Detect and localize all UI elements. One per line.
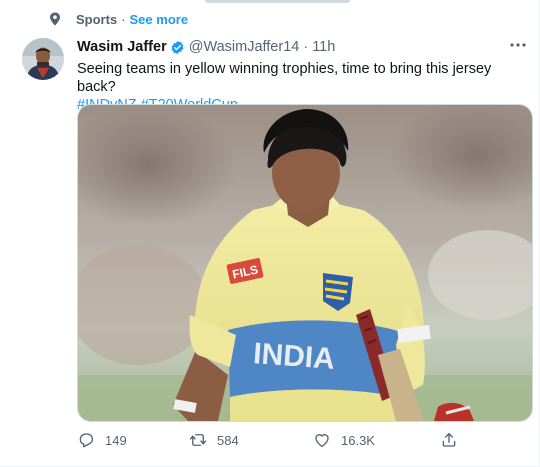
- topic-context: Sports · See more: [50, 11, 189, 27]
- avatar[interactable]: [22, 38, 64, 80]
- retweet-count: 584: [217, 432, 239, 448]
- topic-label[interactable]: Sports: [76, 12, 117, 27]
- tweet-timestamp[interactable]: 11h: [312, 39, 335, 55]
- author-handle[interactable]: @WasimJaffer14: [189, 39, 300, 55]
- context-separator: ·: [121, 11, 126, 27]
- header-separator: ·: [303, 39, 309, 55]
- retweet-icon: [189, 434, 207, 446]
- retweet-button[interactable]: 584: [189, 430, 239, 450]
- tweet-header: Wasim Jaffer @WasimJaffer14 · 11h: [77, 38, 527, 56]
- tweet-body: Seeing teams in yellow winning trophies,…: [77, 61, 492, 95]
- jersey-text: INDIA: [252, 337, 336, 376]
- author-name[interactable]: Wasim Jaffer: [77, 39, 167, 55]
- verified-badge-icon: [171, 40, 184, 54]
- more-options-icon[interactable]: [508, 38, 528, 54]
- pin-icon: [50, 12, 60, 26]
- reply-button[interactable]: 149: [77, 430, 127, 450]
- like-count: 16.3K: [341, 432, 375, 448]
- top-divider-strip: [205, 0, 350, 3]
- like-button[interactable]: 16.3K: [313, 430, 375, 450]
- share-button[interactable]: [440, 430, 458, 450]
- see-more-link[interactable]: See more: [130, 12, 189, 27]
- like-icon: [315, 434, 329, 448]
- cricketer-photo: INDIA FILS: [78, 105, 532, 421]
- reply-icon: [79, 433, 94, 448]
- tweet-media-image[interactable]: INDIA FILS: [77, 104, 533, 422]
- reply-count: 149: [105, 432, 127, 448]
- share-icon: [442, 432, 456, 447]
- tweet-actions: 149 584 16.3K: [77, 430, 497, 450]
- avatar-photo: [22, 38, 64, 80]
